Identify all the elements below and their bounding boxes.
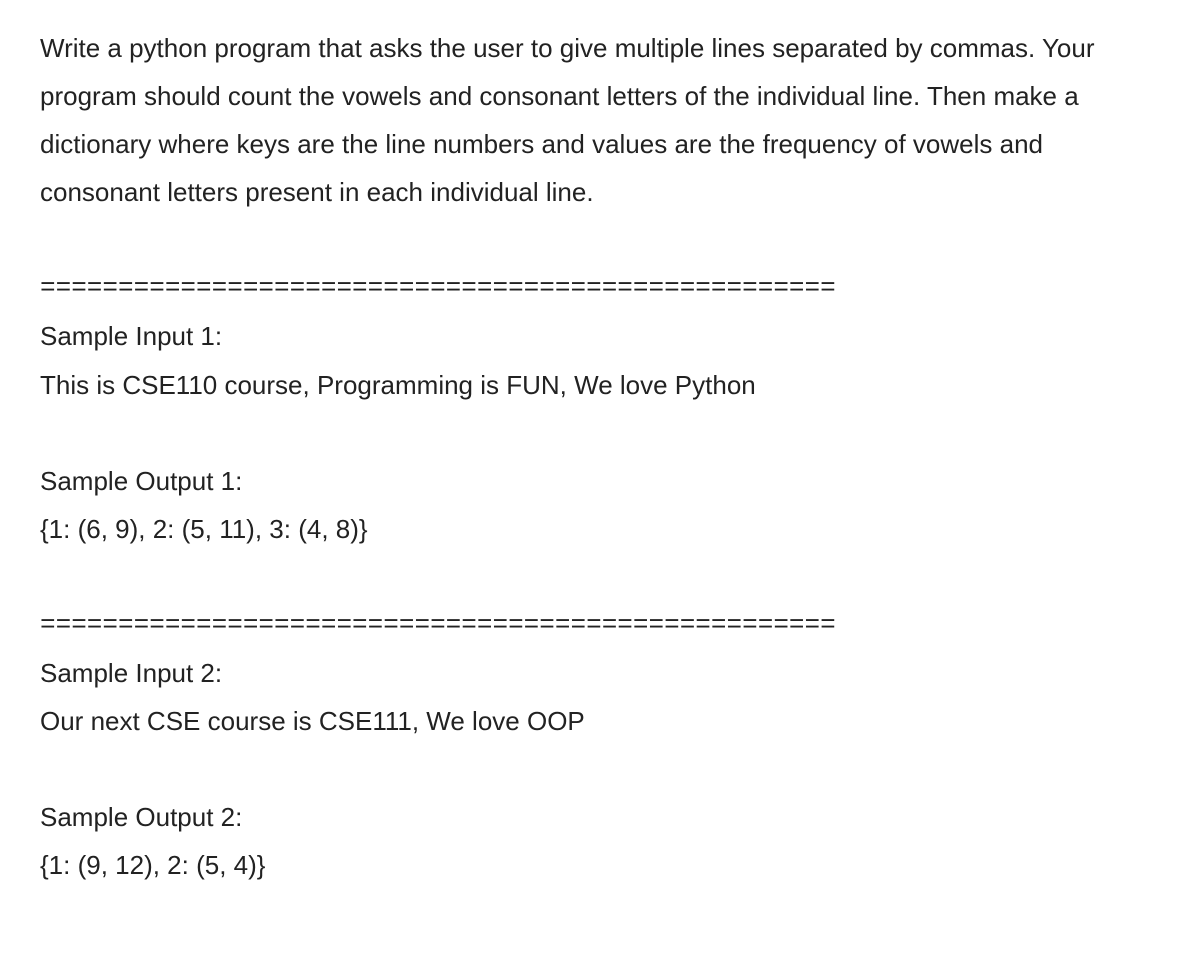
sample-2-output-label: Sample Output 2: — [40, 793, 1160, 841]
divider-1: ========================================… — [40, 264, 1160, 312]
sample-1-output-text: {1: (6, 9), 2: (5, 11), 3: (4, 8)} — [40, 505, 1160, 553]
sample-1-output-label: Sample Output 1: — [40, 457, 1160, 505]
sample-2-input-label: Sample Input 2: — [40, 649, 1160, 697]
sample-1-input-block: Sample Input 1: This is CSE110 course, P… — [40, 312, 1160, 408]
sample-1-input-label: Sample Input 1: — [40, 312, 1160, 360]
sample-1-output-block: Sample Output 1: {1: (6, 9), 2: (5, 11),… — [40, 457, 1160, 553]
sample-2-output-block: Sample Output 2: {1: (9, 12), 2: (5, 4)} — [40, 793, 1160, 889]
divider-2: ========================================… — [40, 601, 1160, 649]
sample-2-input-text: Our next CSE course is CSE111, We love O… — [40, 697, 1160, 745]
sample-1-input-text: This is CSE110 course, Programming is FU… — [40, 361, 1160, 409]
problem-statement: Write a python program that asks the use… — [40, 24, 1160, 216]
document-content: Write a python program that asks the use… — [40, 24, 1160, 889]
sample-2-input-block: Sample Input 2: Our next CSE course is C… — [40, 649, 1160, 745]
sample-2-output-text: {1: (9, 12), 2: (5, 4)} — [40, 841, 1160, 889]
